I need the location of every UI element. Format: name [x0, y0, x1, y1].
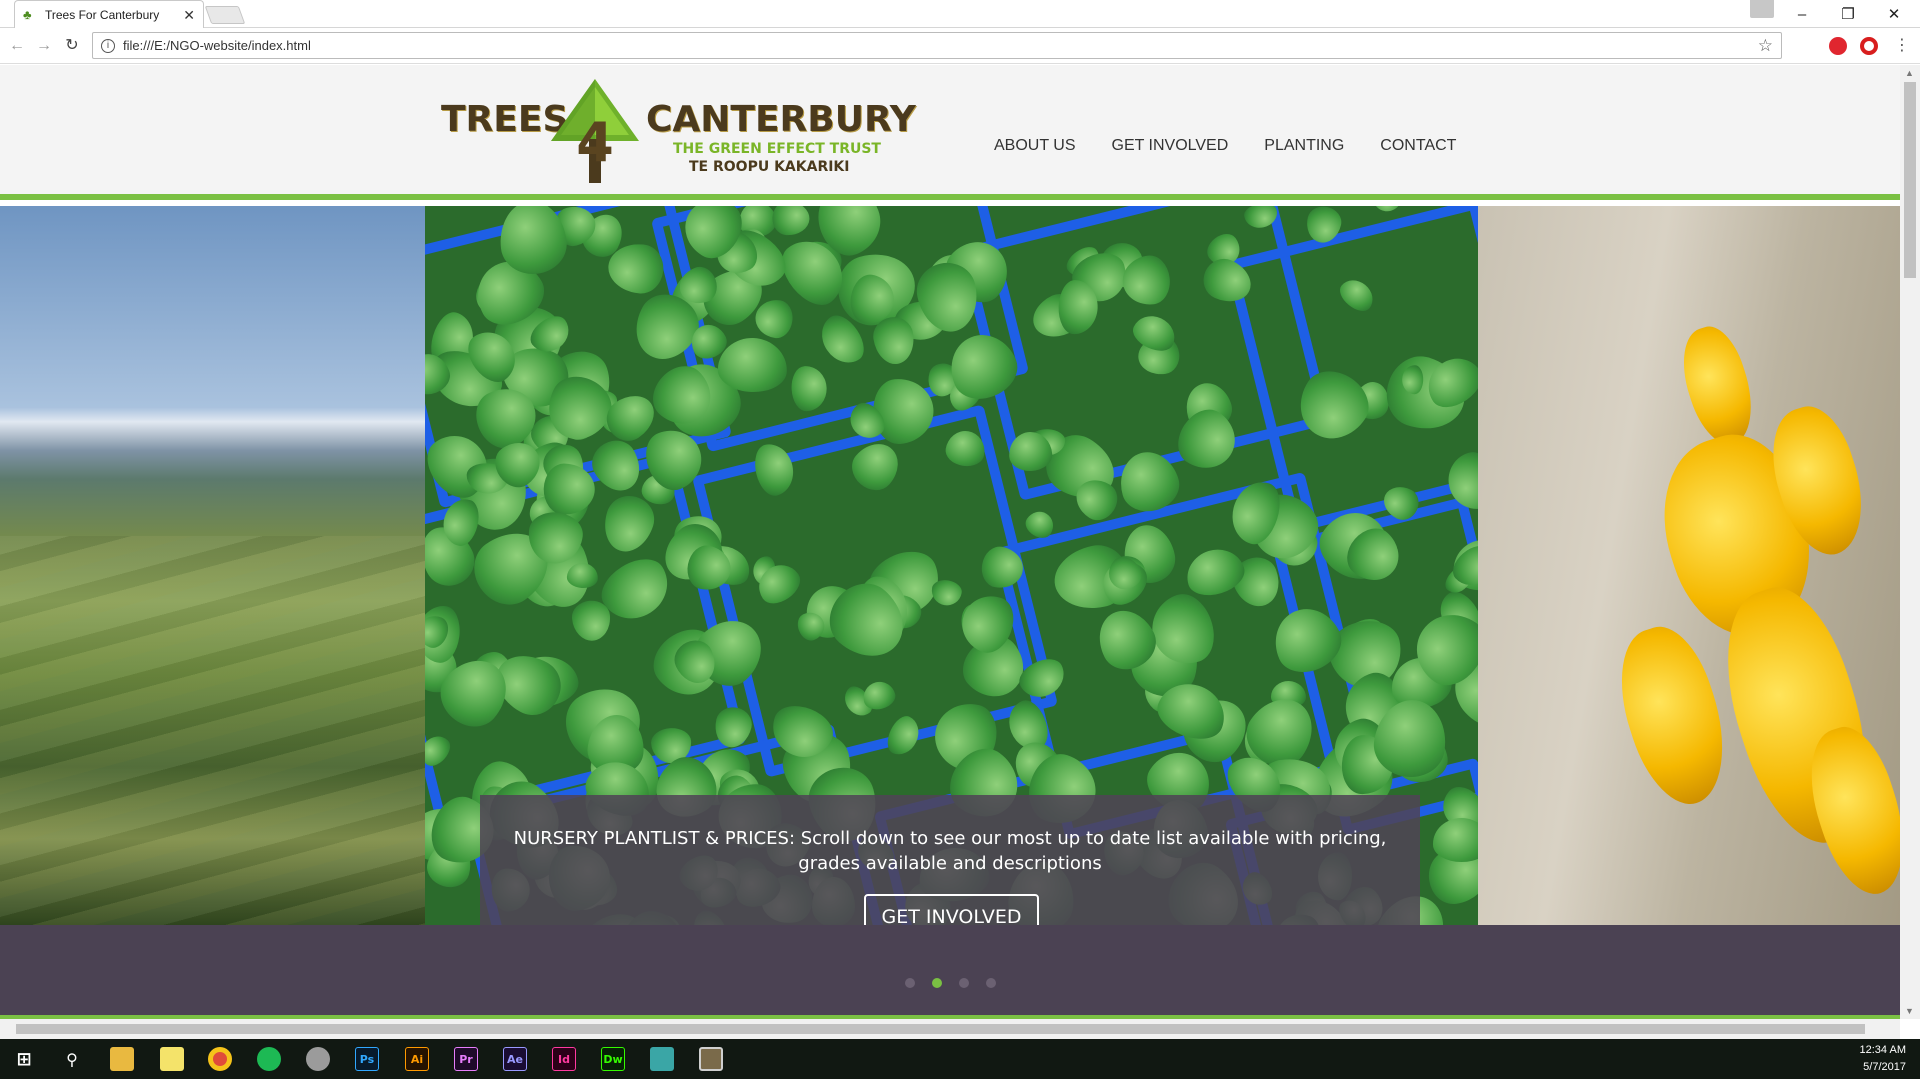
close-window-button[interactable]: ✕: [1872, 0, 1916, 28]
carousel-dots: [905, 978, 1013, 988]
plant-leaf-decoration: [1367, 206, 1405, 217]
carousel-controls-band: [0, 925, 1900, 1019]
main-nav: ABOUT US GET INVOLVED PLANTING CONTACT: [994, 137, 1492, 155]
slide-image-kowhai-flower: [1478, 206, 1900, 925]
vertical-scrollbar[interactable]: ▲ ▼: [1900, 65, 1920, 1019]
forward-icon[interactable]: →: [33, 35, 55, 57]
tab-close-icon[interactable]: ✕: [183, 7, 195, 24]
search-icon[interactable]: ⚲: [60, 1047, 84, 1071]
indesign-icon[interactable]: Id: [552, 1047, 576, 1071]
sticky-notes-icon[interactable]: [160, 1047, 184, 1071]
tree-logo-icon: 4: [551, 79, 639, 183]
tree-favicon-icon: ♣: [23, 7, 32, 22]
kowhai-flower-decoration: [1670, 319, 1766, 453]
adblock-extension-icon[interactable]: [1829, 37, 1847, 55]
plant-leaf-decoration: [1401, 364, 1424, 395]
browser-tab-strip: ♣ Trees For Canterbury ✕ – ❐ ✕: [0, 0, 1920, 29]
logo-subline-maori: TE ROOPU KAKARIKI: [689, 159, 850, 175]
new-tab-button[interactable]: [204, 6, 246, 24]
horizontal-scroll-thumb[interactable]: [16, 1024, 1865, 1034]
logo-digit: 4: [576, 111, 614, 174]
slide-caption-text: NURSERY PLANTLIST & PRICES: Scroll down …: [513, 828, 1387, 874]
menu-kebab-icon[interactable]: ⋮: [1891, 35, 1913, 57]
app-icon[interactable]: [650, 1047, 674, 1071]
minimize-button[interactable]: –: [1780, 0, 1824, 28]
system-clock[interactable]: 12:34 AM 5/7/2017: [1860, 1042, 1906, 1076]
carousel-dot[interactable]: [932, 978, 942, 988]
premiere-icon[interactable]: Pr: [454, 1047, 478, 1071]
carousel-dot[interactable]: [986, 978, 996, 988]
bookmark-star-icon[interactable]: ☆: [1758, 36, 1773, 56]
app-icon[interactable]: [699, 1047, 723, 1071]
logo-word-trees: TREES: [441, 99, 569, 140]
app-icon[interactable]: [306, 1047, 330, 1071]
start-icon[interactable]: ⊞: [12, 1047, 36, 1071]
get-involved-button[interactable]: GET INVOLVED: [864, 894, 1039, 925]
reload-icon[interactable]: ↻: [61, 35, 83, 57]
carousel-dot[interactable]: [959, 978, 969, 988]
carousel-dot[interactable]: [905, 978, 915, 988]
nav-contact[interactable]: CONTACT: [1380, 137, 1456, 155]
scroll-up-icon[interactable]: ▲: [1905, 68, 1914, 78]
restore-button[interactable]: ❐: [1826, 0, 1870, 28]
browser-toolbar: ← → ↻ i file:///E:/NGO-website/index.htm…: [0, 28, 1920, 64]
nav-get-involved[interactable]: GET INVOLVED: [1112, 137, 1229, 155]
windows-taskbar: ⊞ ⚲ Ps Ai Pr Ae Id Dw 12:34 AM 5/7/2017: [0, 1039, 1920, 1079]
clock-date: 5/7/2017: [1863, 1061, 1906, 1073]
spotify-icon[interactable]: [257, 1047, 281, 1071]
logo-word-canterbury: CANTERBURY: [646, 99, 916, 140]
photoshop-icon[interactable]: Ps: [355, 1047, 379, 1071]
profile-icon[interactable]: [1750, 0, 1774, 18]
back-icon[interactable]: ←: [6, 35, 28, 57]
scroll-down-icon[interactable]: ▼: [1905, 1006, 1914, 1016]
logo-subline-trust: THE GREEN EFFECT TRUST: [673, 141, 881, 157]
dreamweaver-icon[interactable]: Dw: [601, 1047, 625, 1071]
nav-about-us[interactable]: ABOUT US: [994, 137, 1076, 155]
after-effects-icon[interactable]: Ae: [503, 1047, 527, 1071]
tab-title: Trees For Canterbury: [45, 8, 160, 22]
site-header: TREES 4 CANTERBURY THE GREEN EFFECT TRUS…: [0, 65, 1900, 200]
browser-tab[interactable]: ♣ Trees For Canterbury ✕: [14, 0, 204, 29]
kowhai-flower-decoration: [1602, 616, 1744, 816]
file-explorer-icon[interactable]: [110, 1047, 134, 1071]
vertical-scroll-thumb[interactable]: [1904, 82, 1916, 278]
opera-extension-icon[interactable]: [1860, 37, 1878, 55]
horizontal-scrollbar[interactable]: [0, 1019, 1900, 1039]
slide-caption-box: NURSERY PLANTLIST & PRICES: Scroll down …: [480, 795, 1420, 925]
slide-image-landscape: [0, 206, 425, 925]
site-logo[interactable]: TREES 4 CANTERBURY THE GREEN EFFECT TRUS…: [441, 79, 916, 189]
clock-time: 12:34 AM: [1859, 1044, 1906, 1056]
chrome-icon[interactable]: [208, 1047, 232, 1071]
info-icon[interactable]: i: [101, 38, 115, 53]
hero-carousel: NURSERY PLANTLIST & PRICES: Scroll down …: [0, 206, 1900, 925]
nav-planting[interactable]: PLANTING: [1264, 137, 1344, 155]
web-page: TREES 4 CANTERBURY THE GREEN EFFECT TRUS…: [0, 65, 1900, 1019]
illustrator-icon[interactable]: Ai: [405, 1047, 429, 1071]
url-text: file:///E:/NGO-website/index.html: [123, 38, 311, 53]
address-bar[interactable]: i file:///E:/NGO-website/index.html ☆: [92, 32, 1782, 59]
